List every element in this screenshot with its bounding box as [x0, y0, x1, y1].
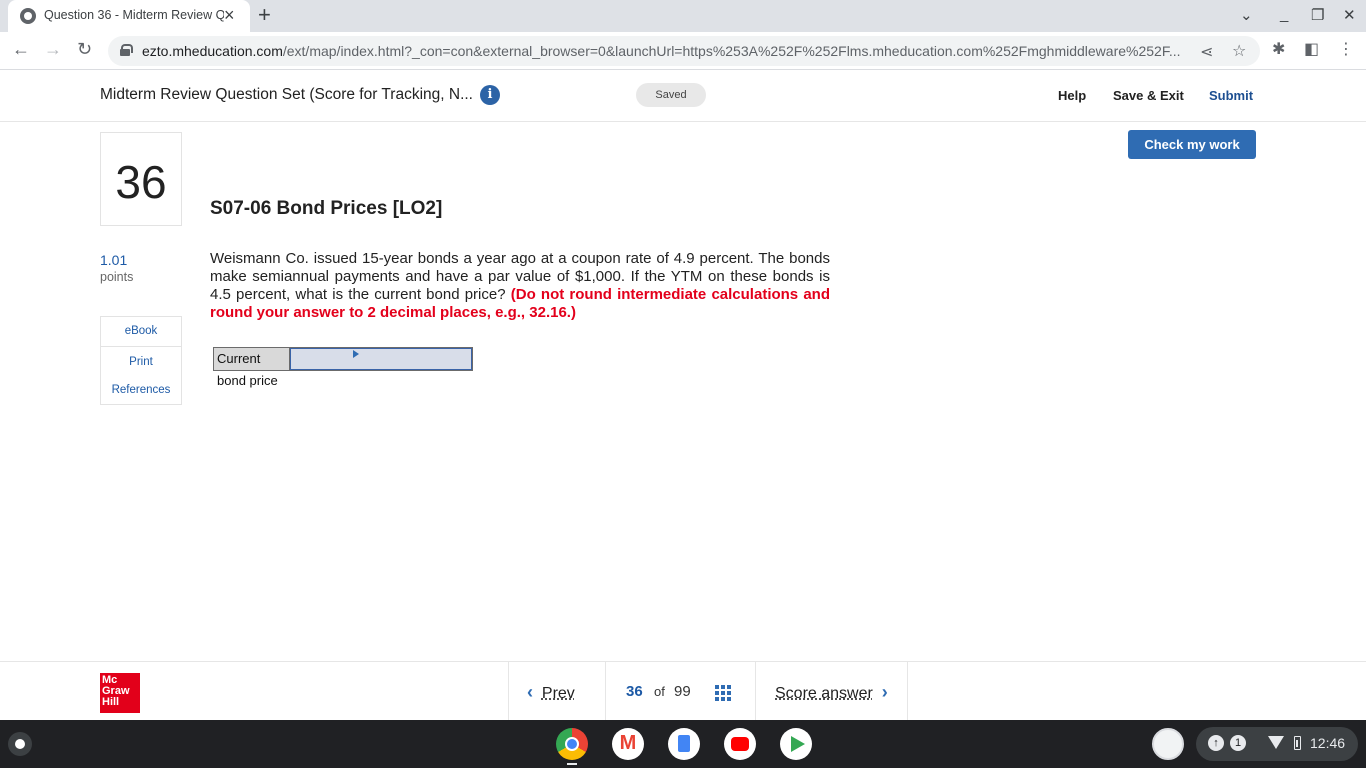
- footer: Mc Graw Hill ‹ Prev 36 of 99 Score answe…: [0, 661, 1366, 721]
- input-flag-icon: [353, 350, 359, 358]
- answer-label: Current bond price: [214, 348, 290, 388]
- chevron-left-icon: ‹: [527, 682, 533, 702]
- question-tools: eBook Print References: [100, 316, 182, 405]
- user-avatar[interactable]: [1152, 728, 1184, 760]
- saved-status-badge: Saved: [636, 83, 706, 107]
- score-answer-button[interactable]: Score answer ›: [775, 682, 888, 703]
- question-text: Weismann Co. issued 15-year bonds a year…: [210, 250, 830, 322]
- current-page: 36: [626, 683, 643, 700]
- launcher-icon[interactable]: [8, 732, 32, 756]
- total-pages: 99: [674, 683, 691, 700]
- running-indicator: [567, 763, 577, 765]
- new-tab-button[interactable]: +: [258, 3, 271, 27]
- wifi-icon: [1268, 736, 1284, 749]
- page-of-label: of: [654, 684, 665, 699]
- browser-tab-strip: Question 36 - Midterm Review Qu × + ⌄ _ …: [0, 0, 1366, 32]
- window-close-icon[interactable]: ✕: [1343, 6, 1356, 24]
- question-number-box: 36: [100, 132, 182, 226]
- check-my-work-button[interactable]: Check my work: [1128, 130, 1256, 159]
- submit-link[interactable]: Submit: [1209, 88, 1253, 103]
- forward-arrow-icon[interactable]: →: [44, 39, 62, 60]
- clock: 12:46: [1310, 735, 1346, 751]
- reload-icon[interactable]: ↻: [77, 39, 92, 60]
- gmail-app-icon[interactable]: [612, 728, 644, 760]
- bookmark-star-icon[interactable]: ☆: [1232, 41, 1246, 61]
- chrome-app-icon[interactable]: [556, 728, 588, 760]
- question-pager: ‹ Prev 36 of 99 Score answer ›: [508, 662, 908, 721]
- question-grid-icon[interactable]: [715, 685, 731, 701]
- docs-app-icon[interactable]: [668, 728, 700, 760]
- help-link[interactable]: Help: [1058, 88, 1086, 103]
- references-link[interactable]: References: [101, 384, 181, 396]
- chevron-right-icon: ›: [881, 682, 888, 702]
- browser-tab[interactable]: Question 36 - Midterm Review Qu ×: [8, 0, 250, 32]
- question-title: S07-06 Bond Prices [LO2]: [210, 198, 443, 219]
- ebook-link[interactable]: eBook: [101, 325, 181, 337]
- lock-icon: [120, 44, 133, 56]
- current-bond-price-input[interactable]: [290, 348, 472, 370]
- mcgraw-hill-logo: Mc Graw Hill: [100, 673, 140, 713]
- share-icon[interactable]: ⋖: [1200, 42, 1213, 62]
- globe-icon: [20, 8, 36, 24]
- youtube-app-icon[interactable]: [724, 728, 756, 760]
- extensions-puzzle-icon[interactable]: ✱: [1272, 39, 1285, 59]
- answer-table: Current bond price: [213, 347, 473, 388]
- battery-icon: [1294, 736, 1301, 750]
- save-exit-link[interactable]: Save & Exit: [1113, 88, 1184, 103]
- address-bar[interactable]: ezto.mheducation.com/ext/map/index.html?…: [108, 36, 1260, 66]
- url-text[interactable]: ezto.mheducation.com/ext/map/index.html?…: [142, 43, 1192, 59]
- back-arrow-icon[interactable]: ←: [12, 39, 30, 60]
- status-tray[interactable]: ↑ 1 12:46: [1196, 727, 1358, 761]
- tab-search-icon[interactable]: ⌄: [1240, 6, 1253, 24]
- assignment-title: Midterm Review Question Set (Score for T…: [100, 86, 473, 103]
- notification-count: 1: [1230, 735, 1246, 751]
- divider: [605, 662, 606, 721]
- browser-toolbar: ← → ↻ ezto.mheducation.com/ext/map/index…: [0, 32, 1366, 70]
- minimize-icon[interactable]: _: [1280, 6, 1288, 23]
- side-panel-icon[interactable]: ◧: [1304, 39, 1319, 59]
- print-link[interactable]: Print: [101, 356, 181, 368]
- tab-title: Question 36 - Midterm Review Qu: [44, 8, 224, 22]
- tab-close-icon[interactable]: ×: [224, 5, 235, 25]
- play-store-app-icon[interactable]: [780, 728, 812, 760]
- assignment-header: Midterm Review Question Set (Score for T…: [0, 70, 1366, 122]
- restore-icon[interactable]: ❐: [1311, 6, 1324, 24]
- points-label: points: [100, 270, 134, 284]
- info-icon[interactable]: i: [480, 85, 500, 105]
- divider: [101, 346, 181, 347]
- question-number: 36: [115, 156, 167, 208]
- divider: [755, 662, 756, 721]
- upload-icon: ↑: [1208, 735, 1224, 751]
- prev-button[interactable]: ‹ Prev: [527, 682, 575, 703]
- points-value: 1.01: [100, 252, 128, 268]
- menu-kebab-icon[interactable]: ⋮: [1338, 39, 1354, 59]
